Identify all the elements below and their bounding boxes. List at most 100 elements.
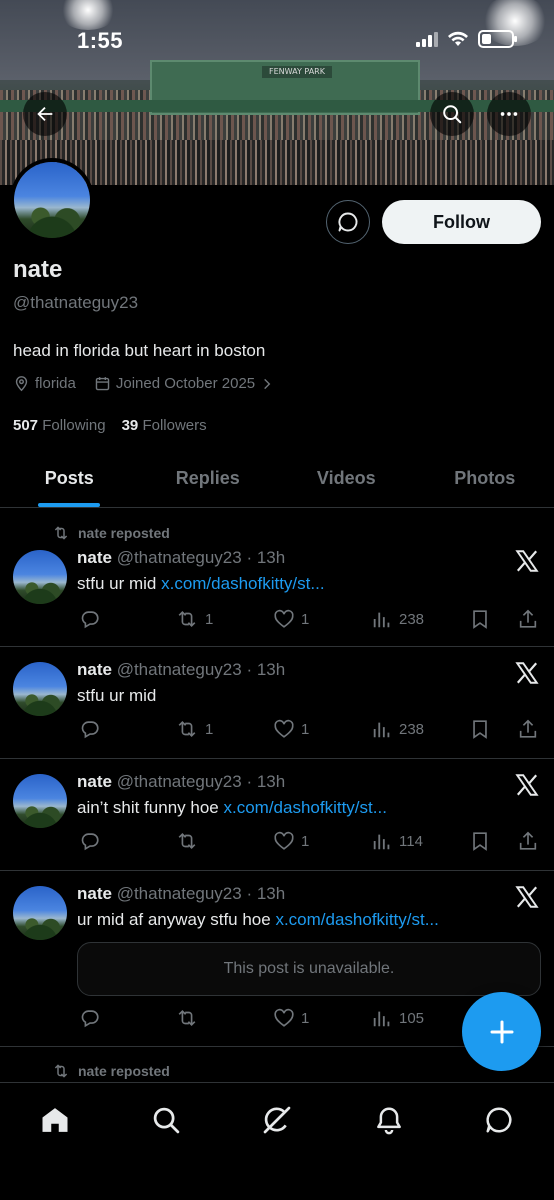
bookmark-button[interactable] (469, 716, 491, 742)
followers-label: Followers (142, 417, 207, 434)
followers-link[interactable]: 39 Followers (122, 417, 207, 434)
post[interactable]: nate @thatnateguy23 · 13h stfu ur mid x.… (0, 510, 554, 647)
views-button[interactable]: 114 (371, 828, 423, 854)
views-count: 238 (399, 610, 425, 628)
nav-grok[interactable] (260, 1103, 294, 1137)
like-button[interactable]: 1 (273, 1005, 309, 1031)
following-label: Following (42, 417, 106, 434)
views-count: 114 (399, 832, 423, 850)
post[interactable]: nate @thatnateguy23 · 13h stfu ur mid 1 … (0, 648, 554, 759)
views-icon (373, 612, 390, 628)
post-text: stfu ur mid x.com/dashofkitty/st... (77, 574, 325, 594)
message-button[interactable] (326, 200, 370, 244)
post-link[interactable]: x.com/dashofkitty/st... (223, 798, 386, 817)
like-count: 1 (301, 1009, 310, 1027)
more-button[interactable] (487, 92, 531, 136)
repost-icon (178, 1009, 196, 1027)
post-link[interactable]: x.com/dashofkitty/st... (161, 574, 324, 593)
profile-name: nate (13, 256, 63, 283)
post-avatar[interactable] (13, 662, 67, 716)
location-pin-icon (15, 376, 28, 392)
post-text: ur mid af anyway stfu hoe x.com/dashofki… (77, 910, 439, 930)
repost-button[interactable]: 1 (175, 606, 213, 632)
share-button[interactable] (517, 828, 539, 854)
like-button[interactable]: 1 (273, 828, 309, 854)
nav-messages[interactable] (482, 1103, 516, 1137)
post-author-name[interactable]: nate (77, 884, 112, 903)
back-button[interactable] (23, 92, 67, 136)
message-icon (338, 212, 358, 232)
post-avatar[interactable] (13, 774, 67, 828)
post-body-text: ain’t shit funny hoe (77, 798, 224, 817)
reply-button[interactable] (79, 716, 101, 742)
views-count: 105 (399, 1009, 425, 1027)
messages-icon (486, 1107, 512, 1133)
profile-bio: head in florida but heart in boston (13, 341, 266, 360)
joined-item[interactable]: Joined October 2025 (94, 375, 274, 392)
avatar-image (13, 774, 67, 828)
bookmark-button[interactable] (469, 828, 491, 854)
search-button[interactable] (430, 92, 474, 136)
repost-button[interactable]: 1 (175, 716, 213, 742)
post-text: ain’t shit funny hoe x.com/dashofkitty/s… (77, 798, 387, 818)
reply-button[interactable] (79, 828, 101, 854)
post-author-name[interactable]: nate (77, 548, 112, 567)
repost-count: 1 (205, 610, 214, 628)
bottom-navigation (0, 1082, 554, 1200)
compose-post-button[interactable] (462, 992, 541, 1071)
following-link[interactable]: 507 Following (13, 417, 106, 434)
location-text: florida (35, 375, 76, 392)
post-header: nate @thatnateguy23 · 13h (77, 548, 285, 568)
profile-avatar[interactable] (10, 158, 94, 242)
search-icon (443, 105, 462, 124)
views-button[interactable]: 105 (371, 1005, 424, 1031)
reply-button[interactable] (79, 1005, 101, 1031)
tab-replies[interactable]: Replies (139, 450, 278, 507)
profile-meta: florida Joined October 2025 (13, 375, 274, 392)
views-count: 238 (399, 720, 425, 738)
calendar-icon (95, 377, 110, 391)
post-meta: @thatnateguy23 · 13h (116, 548, 286, 567)
like-count: 1 (301, 720, 310, 738)
chevron-right-icon (264, 378, 271, 389)
profile-handle: @thatnateguy23 (13, 293, 139, 312)
repost-button[interactable] (175, 1005, 205, 1031)
x-logo-icon (515, 662, 539, 684)
post[interactable]: nate @thatnateguy23 · 13h ain’t shit fun… (0, 760, 554, 871)
post-avatar[interactable] (13, 886, 67, 940)
following-count: 507 (13, 417, 39, 434)
post-avatar[interactable] (13, 550, 67, 604)
views-button[interactable]: 238 (371, 716, 424, 742)
post-author-name[interactable]: nate (77, 660, 112, 679)
reply-icon (81, 721, 99, 739)
unavailable-quote: This post is unavailable. (77, 942, 541, 996)
bookmark-icon (473, 832, 487, 851)
reply-icon (81, 1010, 99, 1028)
post-author-name[interactable]: nate (77, 772, 112, 791)
tab-photos[interactable]: Photos (416, 450, 554, 507)
like-icon (274, 609, 294, 628)
nav-notifications[interactable] (372, 1103, 406, 1137)
tab-videos[interactable]: Videos (277, 450, 416, 507)
like-button[interactable]: 1 (273, 716, 309, 742)
nav-search[interactable] (149, 1103, 183, 1137)
post-link[interactable]: x.com/dashofkitty/st... (275, 910, 438, 929)
repost-button[interactable] (175, 828, 205, 854)
follow-button[interactable]: Follow (382, 200, 541, 244)
post-actions: 1 1 238 (77, 716, 542, 742)
follow-counts: 507 Following 39 Followers (13, 417, 207, 434)
plus-icon (490, 1020, 513, 1043)
post-text: stfu ur mid (77, 686, 156, 706)
reply-button[interactable] (79, 606, 101, 632)
status-icons (416, 30, 517, 48)
tab-posts[interactable]: Posts (0, 450, 139, 507)
nav-home[interactable] (38, 1103, 72, 1137)
repost-count: 1 (205, 720, 214, 738)
like-icon (274, 1008, 294, 1027)
views-button[interactable]: 238 (371, 606, 424, 632)
bookmark-icon (473, 720, 487, 739)
share-button[interactable] (517, 606, 539, 632)
share-button[interactable] (517, 716, 539, 742)
like-button[interactable]: 1 (273, 606, 309, 632)
bookmark-button[interactable] (469, 606, 491, 632)
